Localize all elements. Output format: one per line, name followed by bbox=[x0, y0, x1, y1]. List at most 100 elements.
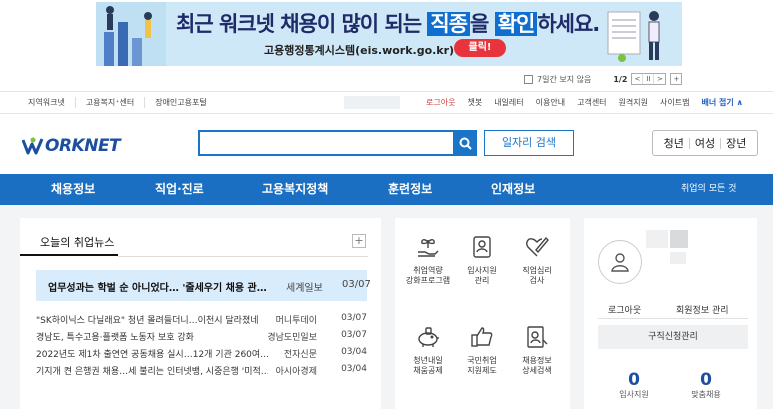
news-featured-item[interactable]: 업무성과는 학벌 순 아니었다… '줄세우기 채용 관… 세계일보 03/07 bbox=[36, 270, 371, 301]
seedling-hand-icon bbox=[413, 232, 443, 262]
account-links: 로그아웃 회원정보 관리 bbox=[598, 301, 748, 319]
persona-women[interactable]: 여성 bbox=[690, 137, 722, 149]
service-detailed-search[interactable]: 채용정보 상세검색 bbox=[508, 322, 566, 376]
document-search-icon bbox=[522, 322, 552, 352]
utility-left-links: 지역워크넷 고용복지⁺센터 장애인고용포털 bbox=[18, 92, 217, 113]
id-badge-icon bbox=[467, 232, 497, 262]
news-source: 경남도민일보 bbox=[267, 333, 317, 343]
news-divider bbox=[118, 256, 368, 257]
banner-pause-button[interactable]: II bbox=[643, 74, 655, 84]
site-header: ORKNET 일자리 검색 청년 여성 장년 bbox=[0, 114, 773, 174]
service-national-employment[interactable]: 국민취업 지원제도 bbox=[453, 322, 511, 376]
news-source: 아시아경제 bbox=[275, 367, 317, 377]
news-featured-source: 세계일보 bbox=[286, 283, 323, 294]
stat-custom-jobs[interactable]: 0 맞춤채용 bbox=[676, 371, 736, 400]
masked-name-block bbox=[670, 230, 688, 248]
list-item[interactable]: 2022년도 제1차 출연연 공동채용 실시…12개 기관 260여… 전자신문… bbox=[36, 344, 367, 361]
nav-item-talent[interactable]: 인재정보 bbox=[491, 174, 535, 205]
news-more-button[interactable]: + bbox=[352, 234, 366, 248]
util-link-remote-support[interactable]: 원격지원 bbox=[613, 97, 654, 108]
util-link-chatbot[interactable]: 챗봇 bbox=[461, 97, 488, 108]
service-youth-deduction[interactable]: 청년내일 채움공제 bbox=[399, 322, 457, 376]
service-label-2: 채움공제 bbox=[413, 366, 443, 375]
service-employment-program[interactable]: 취업역량 강화프로그램 bbox=[399, 232, 457, 286]
utility-bar: 지역워크넷 고용복지⁺센터 장애인고용포털 로그아웃 챗봇 내일레터 이용안내 … bbox=[0, 91, 773, 114]
search-input[interactable] bbox=[198, 130, 477, 156]
main-content: 오늘의 취업뉴스 + 업무성과는 학벌 순 아니었다… '줄세우기 채용 관… … bbox=[0, 205, 773, 409]
member-info-link[interactable]: 회원정보 관리 bbox=[676, 303, 729, 316]
banner-next-button[interactable]: > bbox=[654, 74, 665, 84]
util-link-customer-center[interactable]: 고객센터 bbox=[571, 97, 612, 108]
stat-applications[interactable]: 0 입사지원 bbox=[604, 371, 664, 400]
news-panel: 오늘의 취업뉴스 + 업무성과는 학벌 순 아니었다… '줄세우기 채용 관… … bbox=[20, 218, 381, 409]
banner-nav-group: < II > bbox=[631, 73, 667, 85]
util-link-guide[interactable]: 이용안내 bbox=[530, 97, 571, 108]
service-label-1: 청년내일 bbox=[413, 356, 443, 365]
news-featured-date: 03/07 bbox=[342, 279, 371, 290]
promo-banner[interactable]: 최근 워크넷 채용이 많이 되는 직종 을 확인 하세요. 고용행정통계시스템(ei… bbox=[96, 2, 682, 66]
util-link-disability-portal[interactable]: 장애인고용포털 bbox=[145, 97, 217, 108]
service-label-1: 채용정보 bbox=[522, 356, 552, 365]
persona-selector: 청년 여성 장년 bbox=[652, 130, 758, 156]
nav-item-all[interactable]: 취업의 모든 것 bbox=[681, 174, 736, 205]
login-panel: 로그아웃 회원정보 관리 구직신청관리 0 입사지원 0 맞춤채용 bbox=[584, 218, 757, 409]
news-title: 기지개 켠 은행권 채용…세 불리는 인터넷뱅, 시중은행 '미적… bbox=[36, 367, 268, 377]
news-source: 전자신문 bbox=[283, 350, 317, 360]
util-link-regional[interactable]: 지역워크넷 bbox=[18, 97, 76, 108]
persona-senior[interactable]: 장년 bbox=[721, 138, 751, 149]
util-link-welfare-center[interactable]: 고용복지⁺센터 bbox=[76, 97, 146, 108]
logout-link[interactable]: 로그아웃 bbox=[608, 303, 641, 316]
tab-today-news[interactable]: 오늘의 취업뉴스 bbox=[20, 230, 118, 256]
stat-label: 맞춤채용 bbox=[691, 390, 721, 399]
service-label-1: 취업역량 bbox=[413, 266, 443, 275]
quick-services-panel: 취업역량 강화프로그램 입사지원 관리 직업심리 검사 청년내일 채움공제 국민… bbox=[395, 218, 570, 409]
banner-illustration-right bbox=[602, 6, 672, 64]
news-list: "SK하이닉스 다닐래요" 청년 몰려들더니…이천시 달라졌네 머니투데이 03… bbox=[36, 310, 367, 378]
persona-youth[interactable]: 청년 bbox=[659, 137, 690, 149]
list-item[interactable]: 경남도, 특수고용·플랫폼 노동자 보호 강화 경남도민일보 03/07 bbox=[36, 327, 367, 344]
job-search-button[interactable]: 일자리 검색 bbox=[484, 130, 574, 156]
piggy-bank-icon bbox=[413, 322, 443, 352]
service-label-2: 지원제도 bbox=[467, 366, 497, 375]
news-date: 03/07 bbox=[341, 313, 367, 323]
logo-w-icon bbox=[21, 137, 44, 155]
news-title: "SK하이닉스 다닐래요" 청년 몰려들더니…이천시 달라졌네 bbox=[36, 316, 259, 326]
hide-week-checkbox[interactable] bbox=[524, 74, 533, 84]
news-title: 경남도, 특수고용·플랫폼 노동자 보호 강화 bbox=[36, 333, 194, 343]
service-psych-test[interactable]: 직업심리 검사 bbox=[508, 232, 566, 286]
service-label-1: 직업심리 bbox=[522, 266, 552, 275]
banner-subtext: 고용행정통계시스템(eis.work.go.kr) bbox=[264, 44, 455, 57]
nav-item-training[interactable]: 훈련정보 bbox=[388, 174, 432, 205]
news-source: 머니투데이 bbox=[275, 316, 317, 326]
service-label-2: 관리 bbox=[474, 276, 490, 285]
service-application-manage[interactable]: 입사지원 관리 bbox=[453, 232, 511, 286]
banner-controls: 7일간 보지 않음 1/2 < II > + bbox=[524, 72, 683, 86]
search-button[interactable] bbox=[453, 130, 477, 156]
worknet-logo[interactable]: ORKNET bbox=[21, 136, 121, 156]
news-featured-title: 업무성과는 학벌 순 아니었다… '줄세우기 채용 관… bbox=[48, 283, 267, 294]
list-item[interactable]: 기지개 켠 은행권 채용…세 불리는 인터넷뱅, 시중은행 '미적… 아시아경제… bbox=[36, 361, 367, 378]
banner-fold-button[interactable]: 배너 접기 ∧ bbox=[695, 97, 749, 108]
masked-name-block bbox=[646, 230, 668, 248]
util-link-letter[interactable]: 내일레터 bbox=[488, 97, 529, 108]
service-label-1: 국민취업 bbox=[467, 356, 497, 365]
nav-item-jobs[interactable]: 채용정보 bbox=[51, 174, 95, 205]
util-link-sitemap[interactable]: 사이트맵 bbox=[654, 97, 695, 108]
nav-item-welfare-policy[interactable]: 고용복지정책 bbox=[262, 174, 328, 205]
job-application-manage-button[interactable]: 구직신청관리 bbox=[598, 325, 748, 349]
news-date: 03/04 bbox=[341, 347, 367, 357]
nav-item-career[interactable]: 직업·진로 bbox=[155, 174, 204, 205]
banner-prev-button[interactable]: < bbox=[632, 74, 644, 84]
list-item[interactable]: "SK하이닉스 다닐래요" 청년 몰려들더니…이천시 달라졌네 머니투데이 03… bbox=[36, 310, 367, 327]
hide-week-label[interactable]: 7일간 보지 않음 bbox=[537, 74, 591, 85]
banner-page-indicator: 1/2 bbox=[613, 74, 628, 84]
service-label-2: 강화프로그램 bbox=[405, 276, 451, 285]
banner-click-button[interactable]: 클릭! bbox=[454, 39, 506, 57]
top-banner-area: 최근 워크넷 채용이 많이 되는 직종 을 확인 하세요. 고용행정통계시스템(ei… bbox=[0, 0, 773, 70]
banner-expand-button[interactable]: + bbox=[670, 73, 683, 85]
avatar bbox=[598, 240, 642, 284]
thumbs-up-icon bbox=[467, 322, 497, 352]
util-link-logout[interactable]: 로그아웃 bbox=[420, 97, 461, 108]
utility-right-links: 로그아웃 챗봇 내일레터 이용안내 고객센터 원격지원 사이트맵 배너 접기 ∧ bbox=[420, 92, 749, 113]
stat-label: 입사지원 bbox=[619, 390, 649, 399]
